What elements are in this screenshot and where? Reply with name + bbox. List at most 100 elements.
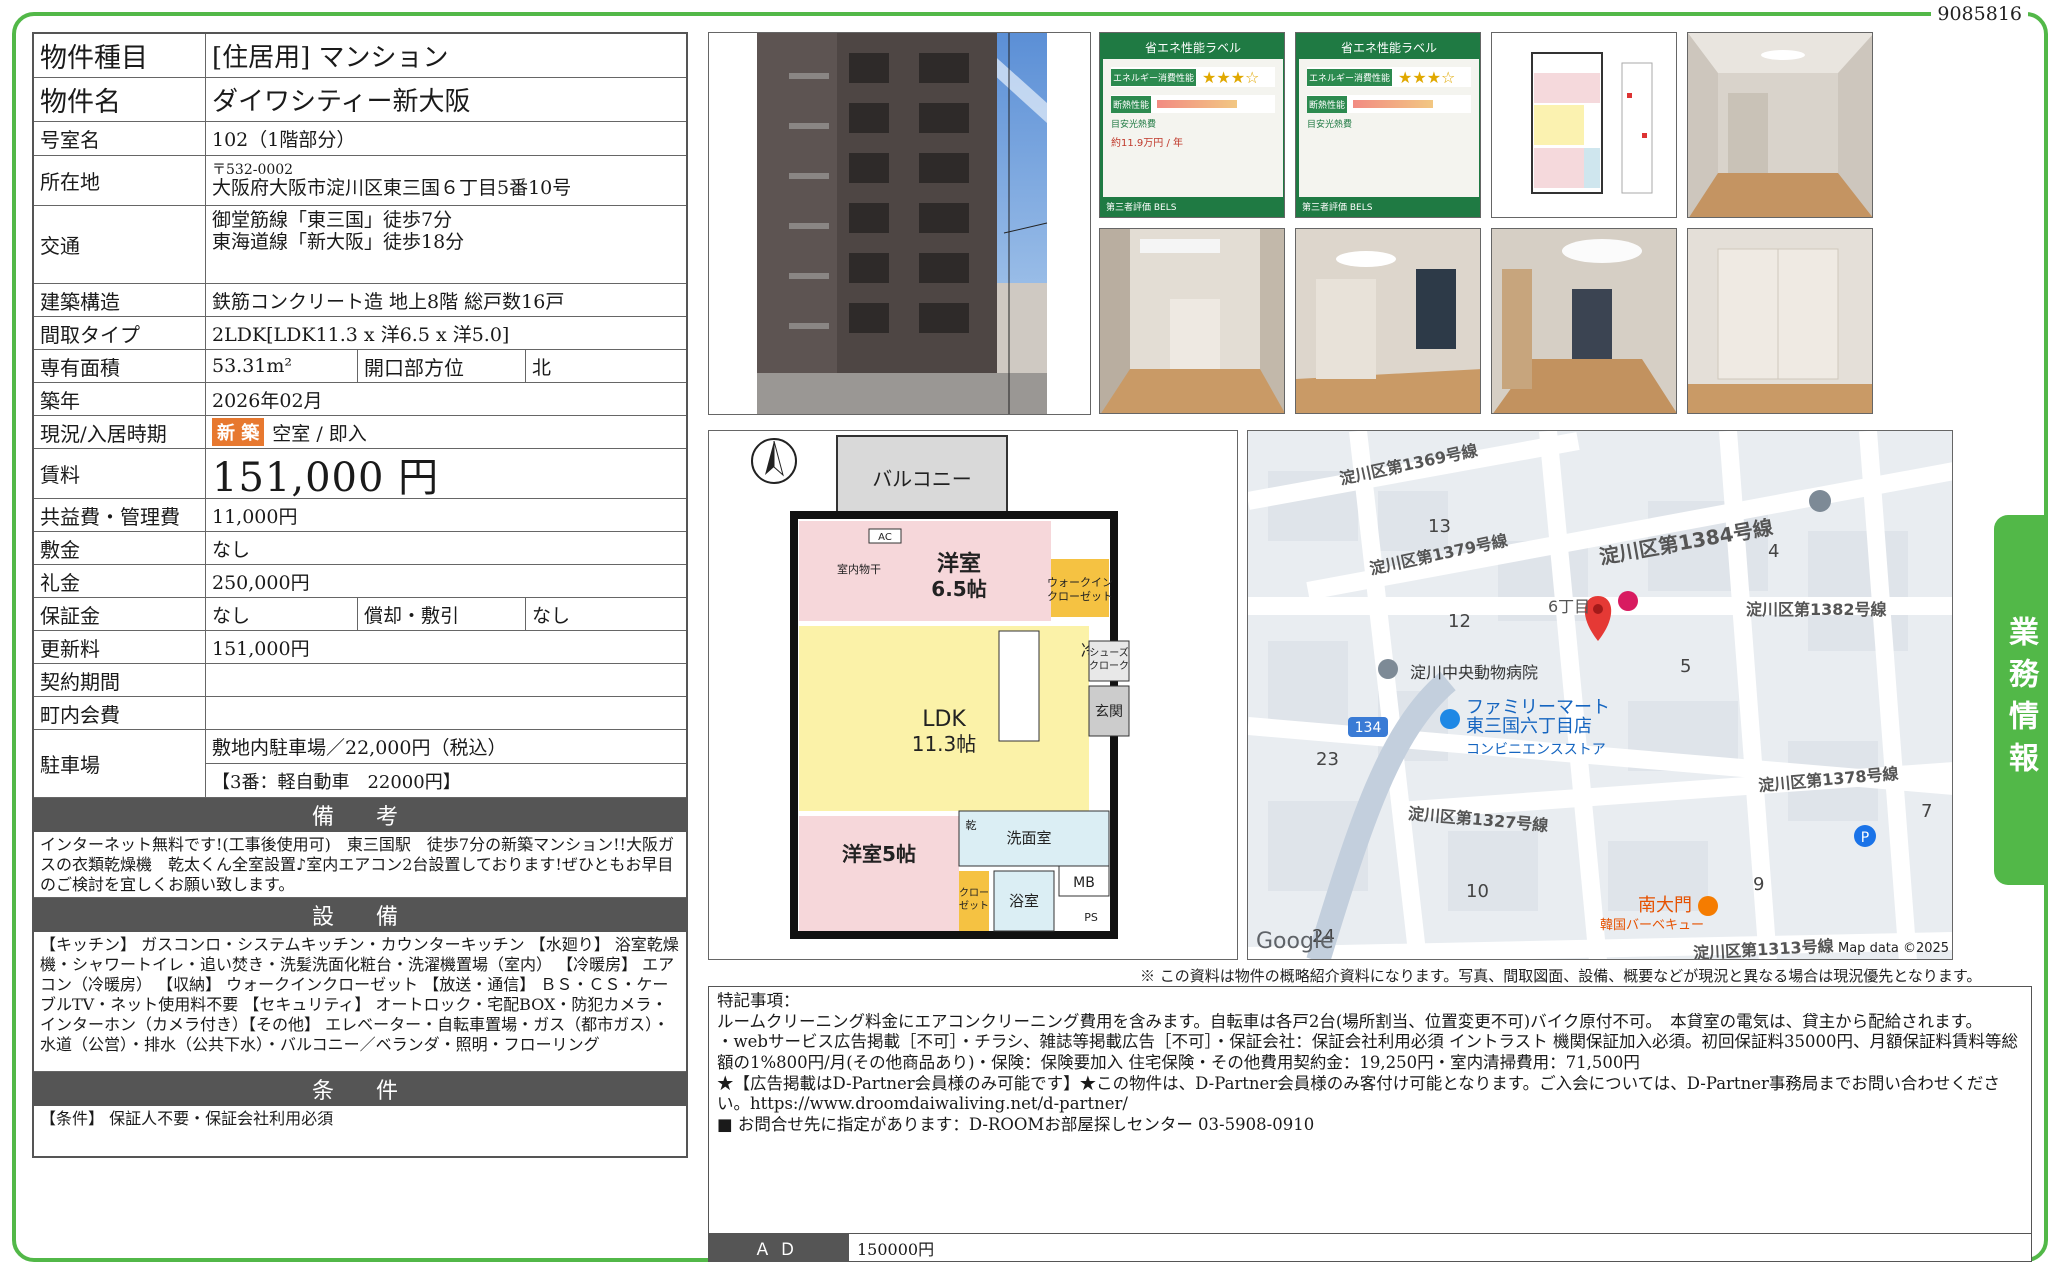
row-address: 所在地 〒532-0002 大阪府大阪市淀川区東三国６丁目5番10号 (34, 156, 686, 206)
svg-text:LDK: LDK (922, 707, 966, 732)
room-photo-1[interactable] (1687, 32, 1873, 218)
amort-label: 償却・敷引 (358, 598, 526, 630)
hospital-label: 淀川中央動物病院 (1410, 663, 1539, 682)
room-photo-4[interactable] (1491, 228, 1677, 414)
row-town: 町内会費 (34, 697, 686, 730)
energy-label-insulation-1: 断熱性能 (1111, 95, 1152, 113)
map-number: 9 (1753, 874, 1765, 895)
energy-label-header-2: 省エネ性能ラベル (1299, 36, 1479, 59)
floorplan-thumbnail[interactable] (1491, 32, 1677, 218)
area-value: 53.31m² (206, 350, 358, 382)
access-line1: 御堂筋線「東三国」徒歩7分 (212, 209, 453, 231)
town-value (206, 697, 686, 729)
room-photo-2[interactable] (1099, 228, 1285, 414)
ps-label: PS (1084, 911, 1098, 924)
address-value: 大阪府大阪市淀川区東三国６丁目5番10号 (212, 176, 572, 199)
row-structure: 建築構造 鉄筋コンクリート造 地上8階 総戸数16戸 (34, 284, 686, 317)
guarantee-value: なし (206, 598, 358, 630)
key-money-label: 礼金 (34, 565, 206, 597)
property-id: 9085816 (1931, 3, 2028, 25)
fee-label: 共益費・管理費 (34, 499, 206, 531)
ad-label: ＡＤ (709, 1234, 849, 1261)
svg-text:クローゼット: クローゼット (1047, 590, 1113, 603)
parking-line2: 【3番：軽自動車 22000円】 (212, 771, 461, 793)
type-value: [住居用] マンション (212, 43, 449, 73)
name-value: ダイワシティー新大阪 (212, 87, 471, 117)
floor-plan[interactable]: バルコニー 洋室 6.5帖 室内物干 AC ウォークイン クローゼット LDK … (708, 430, 1238, 960)
energy-label-insulation-2: 断熱性能 (1307, 95, 1348, 113)
road-label-4: 淀川区第1382号線 (1746, 600, 1887, 619)
map-number: 10 (1466, 881, 1489, 902)
row-deposit: 敷金 なし (34, 532, 686, 565)
ac-label: AC (878, 532, 892, 543)
balcony-label: バルコニー (872, 467, 972, 491)
north-arrow-icon (751, 438, 797, 484)
disclaimer: ※ この資料は物件の概略紹介資料になります。写真、間取図面、設備、概要などが現況… (1140, 967, 1982, 985)
svg-text:11.3帖: 11.3帖 (912, 732, 977, 756)
building-photo[interactable] (708, 32, 1091, 415)
renewal-label: 更新料 (34, 631, 206, 663)
route-marker: 134 (1355, 720, 1382, 736)
room2-label: 洋室5帖 (842, 842, 916, 866)
guarantee-label: 保証金 (34, 598, 206, 630)
svg-text:P: P (1861, 830, 1869, 846)
contract-label: 契約期間 (34, 664, 206, 696)
energy-label-cost-label-1: 目安光熱費 (1111, 120, 1157, 130)
business-info-tab[interactable]: 業務情報 (1994, 515, 2046, 885)
room-photo-3[interactable] (1295, 228, 1481, 414)
status-value: 空室 / 即入 (272, 422, 367, 445)
energy-label-footer-1: 第三者評価 BELS (1103, 197, 1283, 216)
status-label: 現況/入居時期 (34, 416, 206, 448)
renewal-value: 151,000円 (212, 637, 310, 660)
dryer-label: 乾 (966, 819, 977, 832)
row-contract: 契約期間 (34, 664, 686, 697)
amort-value: なし (532, 604, 571, 627)
svg-text:クロー: クロー (959, 887, 989, 899)
room-photo-5[interactable] (1687, 228, 1873, 414)
remarks-heading: 備 考 (34, 798, 686, 832)
contract-value (206, 664, 686, 696)
map-number: 12 (1448, 611, 1471, 632)
remarks-text: インターネット無料です!(工事後使用可) 東三国駅 徒歩7分の新築マンション!!… (34, 832, 686, 898)
name-label: 物件名 (34, 78, 206, 121)
energy-label-footer-2: 第三者評価 BELS (1299, 197, 1479, 216)
area-label: 6丁目 (1548, 597, 1591, 616)
row-name: 物件名 ダイワシティー新大阪 (34, 78, 686, 122)
property-table: 物件種目 [住居用] マンション 物件名 ダイワシティー新大阪 号室名 102（… (32, 32, 688, 1158)
parking-icon: P (1854, 825, 1876, 847)
bath-label: 浴室 (1009, 892, 1039, 910)
access-line2: 東海道線「新大阪」徒歩18分 (212, 230, 465, 253)
deposit-label: 敷金 (34, 532, 206, 564)
school-icon (1809, 490, 1831, 512)
deposit-value: なし (212, 538, 251, 561)
ad-value: 150000円 (857, 1239, 935, 1259)
location-map[interactable]: P 134 淀川区第1369号線 淀川区第1379号線 淀川区第1384号線 淀… (1247, 430, 1953, 960)
built-value: 2026年02月 (212, 389, 323, 412)
energy-label-image-2[interactable]: 省エネ性能ラベル エネルギー消費性能 ★★★☆ 断熱性能 目安光熱費 第三者評価… (1295, 32, 1481, 218)
svg-text:ウォークイン: ウォークイン (1047, 576, 1113, 589)
energy-label-image-1[interactable]: 省エネ性能ラベル エネルギー消費性能 ★★★☆ 断熱性能 目安光熱費 約11.9… (1099, 32, 1285, 218)
conditions-text: 【条件】 保証人不要・保証会社利用必須 (40, 1109, 334, 1128)
energy-label-cost-1: 約11.9万円 / 年 (1111, 138, 1183, 149)
row-room: 号室名 102（1階部分） (34, 122, 686, 156)
row-renewal: 更新料 151,000円 (34, 631, 686, 664)
equipment-text: 【キッチン】 ガスコンロ・システムキッチン・カウンターキッチン 【水廻り】 浴室… (34, 932, 686, 1072)
address-zip: 〒532-0002 (212, 161, 294, 178)
row-type: 物件種目 [住居用] マンション (34, 34, 686, 78)
row-parking: 駐車場 敷地内駐車場／22,000円（税込） 【3番：軽自動車 22000円】 (34, 730, 686, 798)
store-sub-label: コンビニエンスストア (1466, 742, 1606, 758)
rent-value: 151,000 円 (212, 454, 440, 501)
parking-line1: 敷地内駐車場／22,000円（税込） (206, 730, 686, 764)
area-label: 専有面積 (34, 350, 206, 382)
row-fee: 共益費・管理費 11,000円 (34, 499, 686, 532)
svg-text:6.5帖: 6.5帖 (931, 577, 986, 601)
town-label: 町内会費 (34, 697, 206, 729)
bbq-sub-label: 韓国バーベキュー (1600, 918, 1705, 933)
layout-label: 間取タイプ (34, 317, 206, 349)
business-info-tab-label: 業務情報 (2003, 616, 2038, 784)
direction-value: 北 (532, 356, 552, 379)
map-number: 23 (1316, 749, 1339, 770)
map-number: 7 (1921, 801, 1933, 822)
map-attribution: Map data ©2025 (1838, 941, 1950, 956)
address-label: 所在地 (34, 156, 206, 205)
